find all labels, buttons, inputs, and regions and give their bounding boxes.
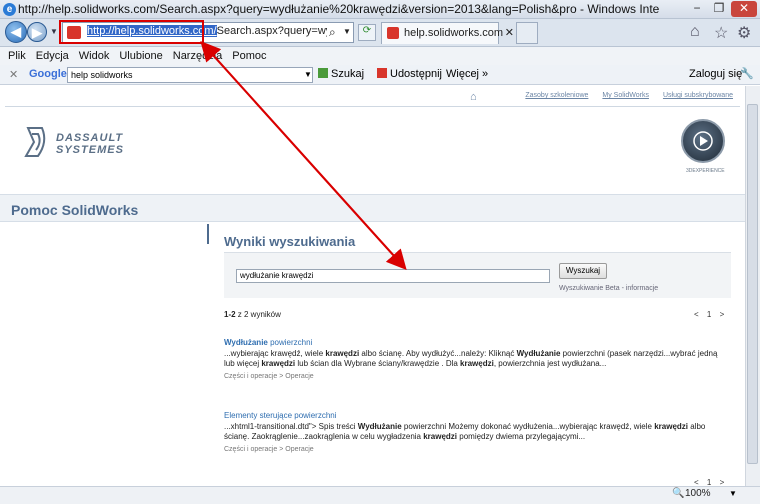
menu-bar: Plik Edycja Widok Ulubione Narzędzia Pom… xyxy=(0,47,760,65)
back-button[interactable]: ◀ xyxy=(5,21,27,43)
nav-training[interactable]: Zasoby szkoleniowe xyxy=(525,92,588,99)
nav-my-solidworks[interactable]: My SolidWorks xyxy=(602,92,649,99)
help-title: Pomoc SolidWorks xyxy=(11,202,139,218)
menu-edycja[interactable]: Edycja xyxy=(36,50,69,62)
search-icon[interactable]: ⌕ xyxy=(329,25,336,40)
window-title: http://help.solidworks.com/Search.aspx?q… xyxy=(18,2,660,16)
result-title-link[interactable]: Wydłużanie powierzchni xyxy=(224,338,729,347)
home-icon[interactable]: ⌂ xyxy=(690,23,700,41)
address-dropdown-icon[interactable]: ▼ xyxy=(343,27,351,36)
share-icon xyxy=(377,68,387,78)
search-input[interactable]: wydłużanie krawędzi xyxy=(236,269,550,283)
share-button[interactable]: Udostępnij xyxy=(390,68,442,80)
more-button[interactable]: Więcej » xyxy=(446,68,488,80)
minimize-button[interactable]: − xyxy=(686,1,708,17)
tab-favicon-icon xyxy=(387,27,399,39)
logo-line2: SYSTEMES xyxy=(56,144,124,156)
3d-compass-icon[interactable] xyxy=(681,119,725,163)
header-divider xyxy=(5,106,740,107)
result-path: Części i operacje > Operacje xyxy=(224,446,314,453)
menu-plik[interactable]: Plik xyxy=(8,50,26,62)
menu-pomoc[interactable]: Pomoc xyxy=(232,50,266,62)
google-search-icon xyxy=(318,68,328,78)
top-navigation: Zasoby szkoleniowe My SolidWorks Usługi … xyxy=(525,92,733,99)
menu-widok[interactable]: Widok xyxy=(79,50,110,62)
zoom-dropdown-icon[interactable]: ▼ xyxy=(729,489,737,498)
result-snippet: ...wybierając krawędź, wiele krawędzi al… xyxy=(224,349,718,368)
settings-gear-icon[interactable]: ⚙ xyxy=(737,23,751,43)
results-count-text: z 2 wyników xyxy=(235,310,281,319)
logo-line1: DASSAULT xyxy=(56,132,124,144)
results-range: 1-2 xyxy=(224,310,236,319)
address-url-rest: Search.aspx?query=wyd%C xyxy=(216,25,327,37)
zoom-level[interactable]: 100% xyxy=(685,488,711,499)
page-content: ⌂ Zasoby szkoleniowe My SolidWorks Usług… xyxy=(0,86,745,504)
menu-narzedzia[interactable]: Narzędzia xyxy=(173,50,223,62)
results-count: 1-2 z 2 wyników xyxy=(224,310,281,319)
result-item: Wydłużanie powierzchni ...wybierając kra… xyxy=(224,338,729,380)
google-search-input[interactable]: help solidworks xyxy=(67,67,313,83)
beta-info-link[interactable]: Wyszukiwanie Beta - informacje xyxy=(559,285,658,292)
title-bar: e http://help.solidworks.com/Search.aspx… xyxy=(0,0,760,19)
toolbar-close-icon[interactable]: ✕ xyxy=(9,68,18,81)
home-page-icon[interactable]: ⌂ xyxy=(470,91,477,103)
tab-solidworks[interactable]: help.solidworks.com ✕ xyxy=(381,22,514,44)
google-logo: Google xyxy=(29,68,67,80)
ie-logo-icon: e xyxy=(3,3,16,16)
status-bar xyxy=(0,486,760,504)
url-highlight-box xyxy=(59,20,204,44)
google-search-button[interactable]: Szukaj xyxy=(331,68,364,80)
scrollbar-thumb[interactable] xyxy=(747,104,758,464)
wrench-icon[interactable]: 🔧 xyxy=(740,67,754,80)
menu-ulubione[interactable]: Ulubione xyxy=(119,50,162,62)
google-dropdown-icon[interactable]: ▼ xyxy=(304,70,312,79)
tab-close-icon[interactable]: ✕ xyxy=(505,23,514,43)
close-button[interactable]: ✕ xyxy=(731,1,757,17)
pager-top[interactable]: < 1 > xyxy=(694,310,724,319)
result-path: Części i operacje > Operacje xyxy=(224,373,314,380)
help-banner: Pomoc SolidWorks xyxy=(0,194,745,222)
tab-label: help.solidworks.com xyxy=(404,27,504,39)
experience-label: 3DEXPERIENCE xyxy=(686,168,725,174)
refresh-icon[interactable]: ⟳ xyxy=(358,24,376,41)
ds-mark-icon xyxy=(24,127,46,157)
google-toolbar: ✕ Google help solidworks ▼ Szukaj Udostę… xyxy=(0,65,760,85)
new-tab-button[interactable] xyxy=(516,22,538,44)
history-dropdown-icon[interactable]: ▼ xyxy=(50,27,58,36)
search-panel: wydłużanie krawędzi Wyszukaj Wyszukiwani… xyxy=(224,252,731,298)
dassault-logo: DASSAULT SYSTEMES xyxy=(24,124,154,160)
favorites-star-icon[interactable]: ☆ xyxy=(714,23,728,43)
results-heading: Wyniki wyszukiwania xyxy=(224,234,356,249)
restore-button[interactable]: ❐ xyxy=(708,1,730,17)
column-divider xyxy=(207,224,209,244)
zoom-icon: 🔍 xyxy=(672,488,685,499)
result-item: Elementy sterujące powierzchni ...xhtml1… xyxy=(224,411,729,453)
forward-button[interactable]: ▶ xyxy=(27,22,47,42)
search-button[interactable]: Wyszukaj xyxy=(559,263,607,279)
result-snippet: ...xhtml1-transitional.dtd"> Spis treści… xyxy=(224,422,706,441)
result-title-link[interactable]: Elementy sterujące powierzchni xyxy=(224,411,729,420)
login-link[interactable]: Zaloguj się xyxy=(689,68,742,80)
nav-subscription[interactable]: Usługi subskrybowane xyxy=(663,92,733,99)
